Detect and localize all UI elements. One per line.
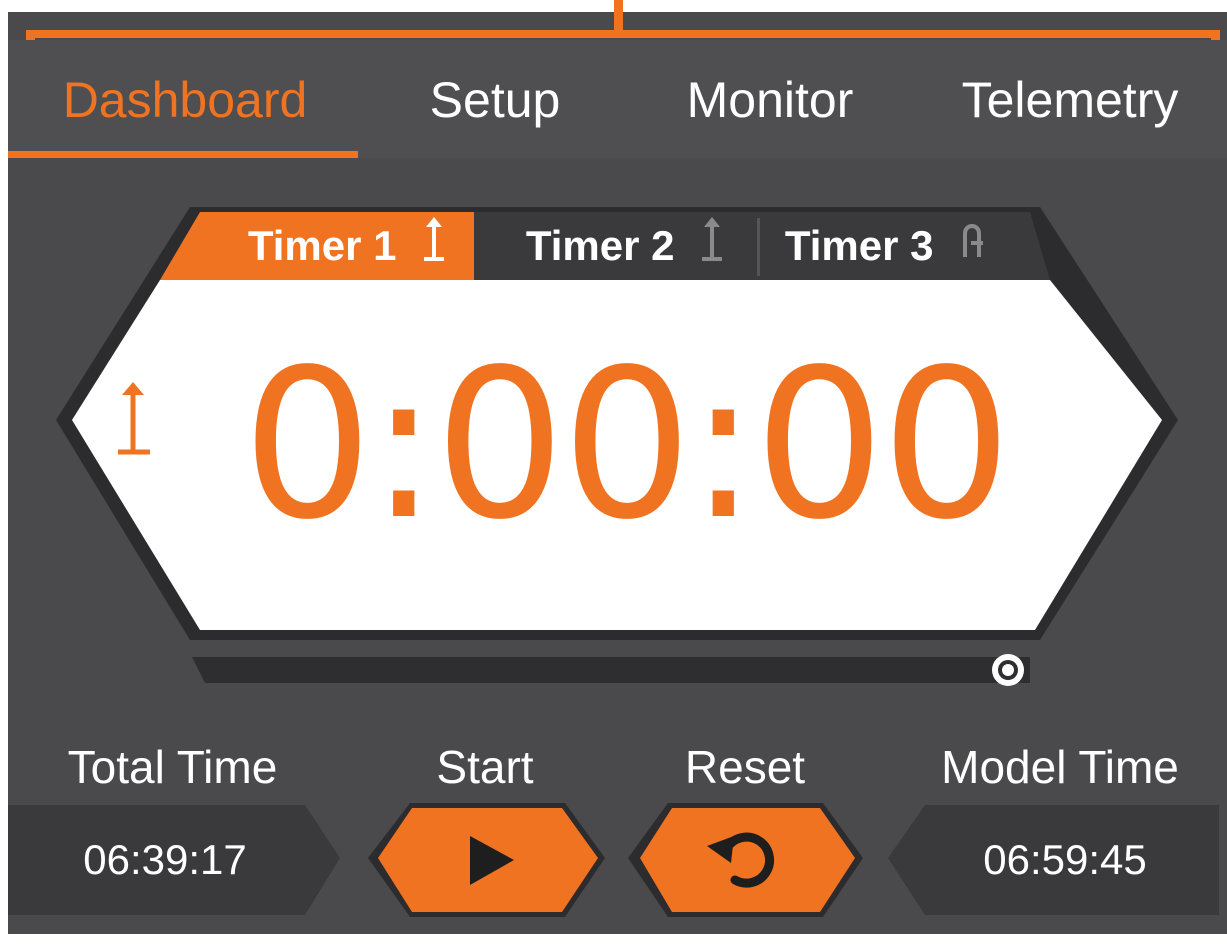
timer-tab-3-label: Timer 3 <box>784 222 934 269</box>
timer-progress-slider[interactable] <box>192 652 1032 688</box>
total-time-label: Total Time <box>67 741 278 793</box>
hold-icon <box>959 215 985 283</box>
timer-tab-3[interactable]: Timer 3 <box>765 212 1005 280</box>
count-up-icon <box>422 215 446 283</box>
total-time-value: 06:39:17 <box>83 836 247 883</box>
timer-tab-divider-1 <box>757 218 760 276</box>
start-label: Start <box>436 741 534 793</box>
reset-label: Reset <box>684 741 806 793</box>
start-button[interactable] <box>378 808 598 912</box>
timer-tab-1[interactable]: Timer 1 <box>222 212 472 280</box>
timer-display: 0:00:00 <box>241 325 1012 565</box>
count-up-icon <box>700 215 724 283</box>
timer-tab-1-label: Timer 1 <box>247 222 397 269</box>
timer-tab-2-label: Timer 2 <box>525 222 675 269</box>
reset-button[interactable] <box>640 808 855 912</box>
model-time-value: 06:59:45 <box>983 836 1147 883</box>
model-time-label: Model Time <box>941 741 1179 793</box>
timer-tab-2[interactable]: Timer 2 <box>510 212 740 280</box>
